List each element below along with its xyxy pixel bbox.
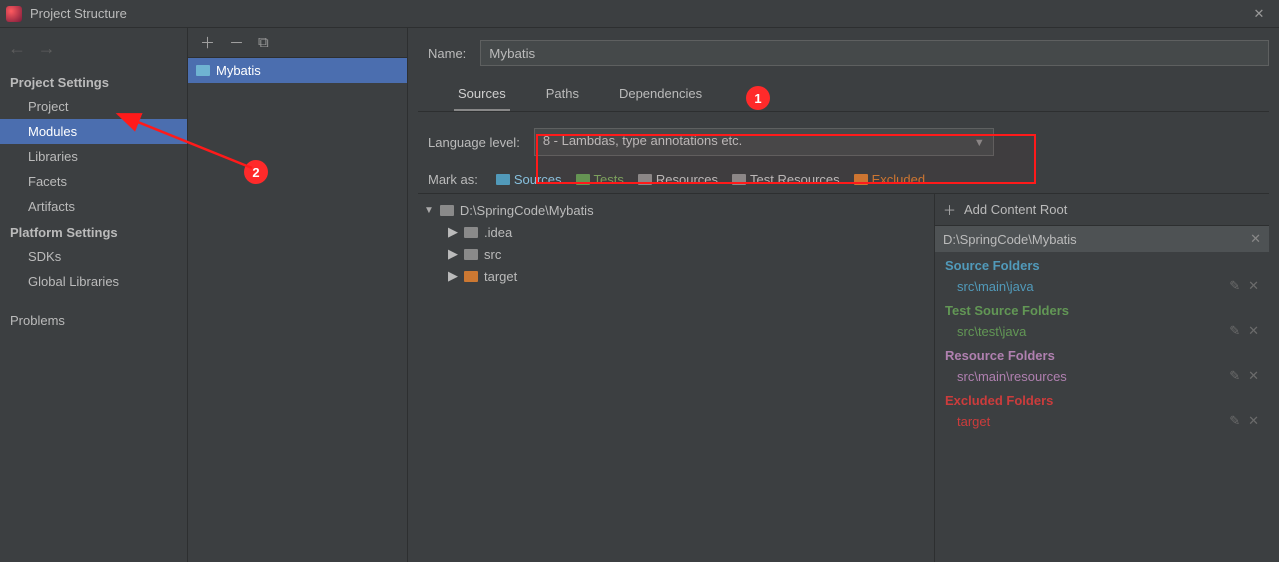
copy-module-icon[interactable]: ⧉ — [258, 34, 269, 51]
folder-item[interactable]: target ✎ ✕ — [935, 410, 1269, 432]
folder-path: src\test\java — [957, 324, 1026, 339]
chevron-down-icon: ▼ — [974, 137, 985, 149]
folder-section-title: Excluded Folders — [935, 387, 1269, 410]
module-name: Mybatis — [216, 63, 261, 78]
content-root-path-bar[interactable]: D:\SpringCode\Mybatis ✕ — [935, 226, 1269, 252]
test-resources-folder-icon — [732, 174, 746, 185]
mark-resources[interactable]: Resources — [638, 172, 718, 187]
name-input[interactable] — [480, 40, 1269, 66]
sources-folder-icon — [496, 174, 510, 185]
app-icon — [6, 6, 22, 22]
annotation-badge-2: 2 — [244, 160, 268, 184]
remove-icon[interactable]: ✕ — [1248, 278, 1259, 294]
tab-paths[interactable]: Paths — [542, 80, 583, 111]
folder-icon — [464, 227, 478, 238]
tabs: Sources Paths Dependencies — [418, 80, 1269, 112]
edit-icon[interactable]: ✎ — [1229, 413, 1240, 429]
tree-item-target[interactable]: ▶target — [422, 265, 930, 287]
remove-icon[interactable]: ✕ — [1248, 368, 1259, 384]
tree-item-src[interactable]: ▶src — [422, 243, 930, 265]
sidebar-item-sdks[interactable]: SDKs — [0, 244, 187, 269]
folder-section-title: Test Source Folders — [935, 297, 1269, 320]
folder-item[interactable]: src\main\resources ✎ ✕ — [935, 365, 1269, 387]
close-button[interactable]: ✕ — [1245, 0, 1273, 28]
sidebar-item-modules[interactable]: Modules — [0, 119, 187, 144]
forward-icon[interactable]: → — [38, 38, 56, 58]
folder-icon — [464, 271, 478, 282]
content-roots-panel: ＋ Add Content Root D:\SpringCode\Mybatis… — [934, 194, 1269, 562]
tree-root-label: D:\SpringCode\Mybatis — [460, 203, 594, 218]
edit-icon[interactable]: ✎ — [1229, 323, 1240, 339]
module-item-mybatis[interactable]: Mybatis — [188, 58, 407, 83]
triangle-right-icon: ▶ — [448, 224, 458, 240]
remove-icon[interactable]: ✕ — [1248, 413, 1259, 429]
triangle-right-icon: ▶ — [448, 246, 458, 262]
sidebar-item-facets[interactable]: Facets — [0, 169, 187, 194]
mark-excluded[interactable]: Excluded — [854, 172, 925, 187]
mark-as-label: Mark as: — [428, 172, 478, 187]
content-root-path: D:\SpringCode\Mybatis — [943, 232, 1077, 247]
remove-root-icon[interactable]: ✕ — [1250, 231, 1261, 247]
language-level-select[interactable]: 8 - Lambdas, type annotations etc. ▼ — [534, 128, 994, 156]
folder-item[interactable]: src\test\java ✎ ✕ — [935, 320, 1269, 342]
folder-section-title: Resource Folders — [935, 342, 1269, 365]
language-level-label: Language level: — [428, 135, 520, 150]
mark-sources[interactable]: Sources — [496, 172, 562, 187]
remove-module-icon[interactable]: － — [229, 32, 244, 53]
mark-as-row: Mark as: Sources Tests Resources Test Re… — [418, 166, 1269, 193]
plus-icon: ＋ — [943, 200, 956, 219]
mark-test-resources[interactable]: Test Resources — [732, 172, 840, 187]
sidebar-item-project[interactable]: Project — [0, 94, 187, 119]
excluded-folder-icon — [854, 174, 868, 185]
modules-column: ＋ － ⧉ Mybatis — [188, 28, 408, 562]
folder-path: src\main\resources — [957, 369, 1067, 384]
sidebar-item-problems[interactable]: Problems — [0, 308, 187, 333]
sidebar: ← → Project Settings Project Modules Lib… — [0, 28, 188, 562]
section-project-settings: Project Settings — [0, 69, 187, 94]
titlebar: Project Structure ✕ — [0, 0, 1279, 28]
modules-toolbar: ＋ － ⧉ — [188, 28, 407, 58]
tab-sources[interactable]: Sources — [454, 80, 510, 111]
root-folder-icon — [440, 205, 454, 216]
folder-section-title: Source Folders — [935, 252, 1269, 275]
content-panel: Name: Sources Paths Dependencies Languag… — [408, 28, 1279, 562]
tree-panel: ▼ D:\SpringCode\Mybatis ▶.idea ▶src ▶tar… — [418, 194, 934, 562]
back-icon[interactable]: ← — [8, 38, 26, 58]
edit-icon[interactable]: ✎ — [1229, 368, 1240, 384]
folder-path: target — [957, 414, 990, 429]
edit-icon[interactable]: ✎ — [1229, 278, 1240, 294]
nav-arrows: ← → — [0, 34, 187, 69]
add-module-icon[interactable]: ＋ — [200, 32, 215, 53]
sidebar-item-global-libraries[interactable]: Global Libraries — [0, 269, 187, 294]
add-content-root[interactable]: ＋ Add Content Root — [935, 194, 1269, 226]
section-platform-settings: Platform Settings — [0, 219, 187, 244]
folder-icon — [464, 249, 478, 260]
tests-folder-icon — [576, 174, 590, 185]
language-level-value: 8 - Lambdas, type annotations etc. — [543, 133, 742, 148]
folder-item[interactable]: src\main\java ✎ ✕ — [935, 275, 1269, 297]
resources-folder-icon — [638, 174, 652, 185]
name-label: Name: — [428, 46, 466, 61]
remove-icon[interactable]: ✕ — [1248, 323, 1259, 339]
triangle-right-icon: ▶ — [448, 268, 458, 284]
folder-path: src\main\java — [957, 279, 1034, 294]
module-folder-icon — [196, 65, 210, 76]
tab-dependencies[interactable]: Dependencies — [615, 80, 706, 111]
sidebar-item-artifacts[interactable]: Artifacts — [0, 194, 187, 219]
triangle-down-icon: ▼ — [424, 205, 434, 216]
tree-root[interactable]: ▼ D:\SpringCode\Mybatis — [422, 200, 930, 221]
annotation-badge-1: 1 — [746, 86, 770, 110]
add-content-root-label: Add Content Root — [964, 202, 1067, 217]
tree-item-idea[interactable]: ▶.idea — [422, 221, 930, 243]
mark-tests[interactable]: Tests — [576, 172, 624, 187]
sidebar-item-libraries[interactable]: Libraries — [0, 144, 187, 169]
window-title: Project Structure — [30, 6, 127, 21]
